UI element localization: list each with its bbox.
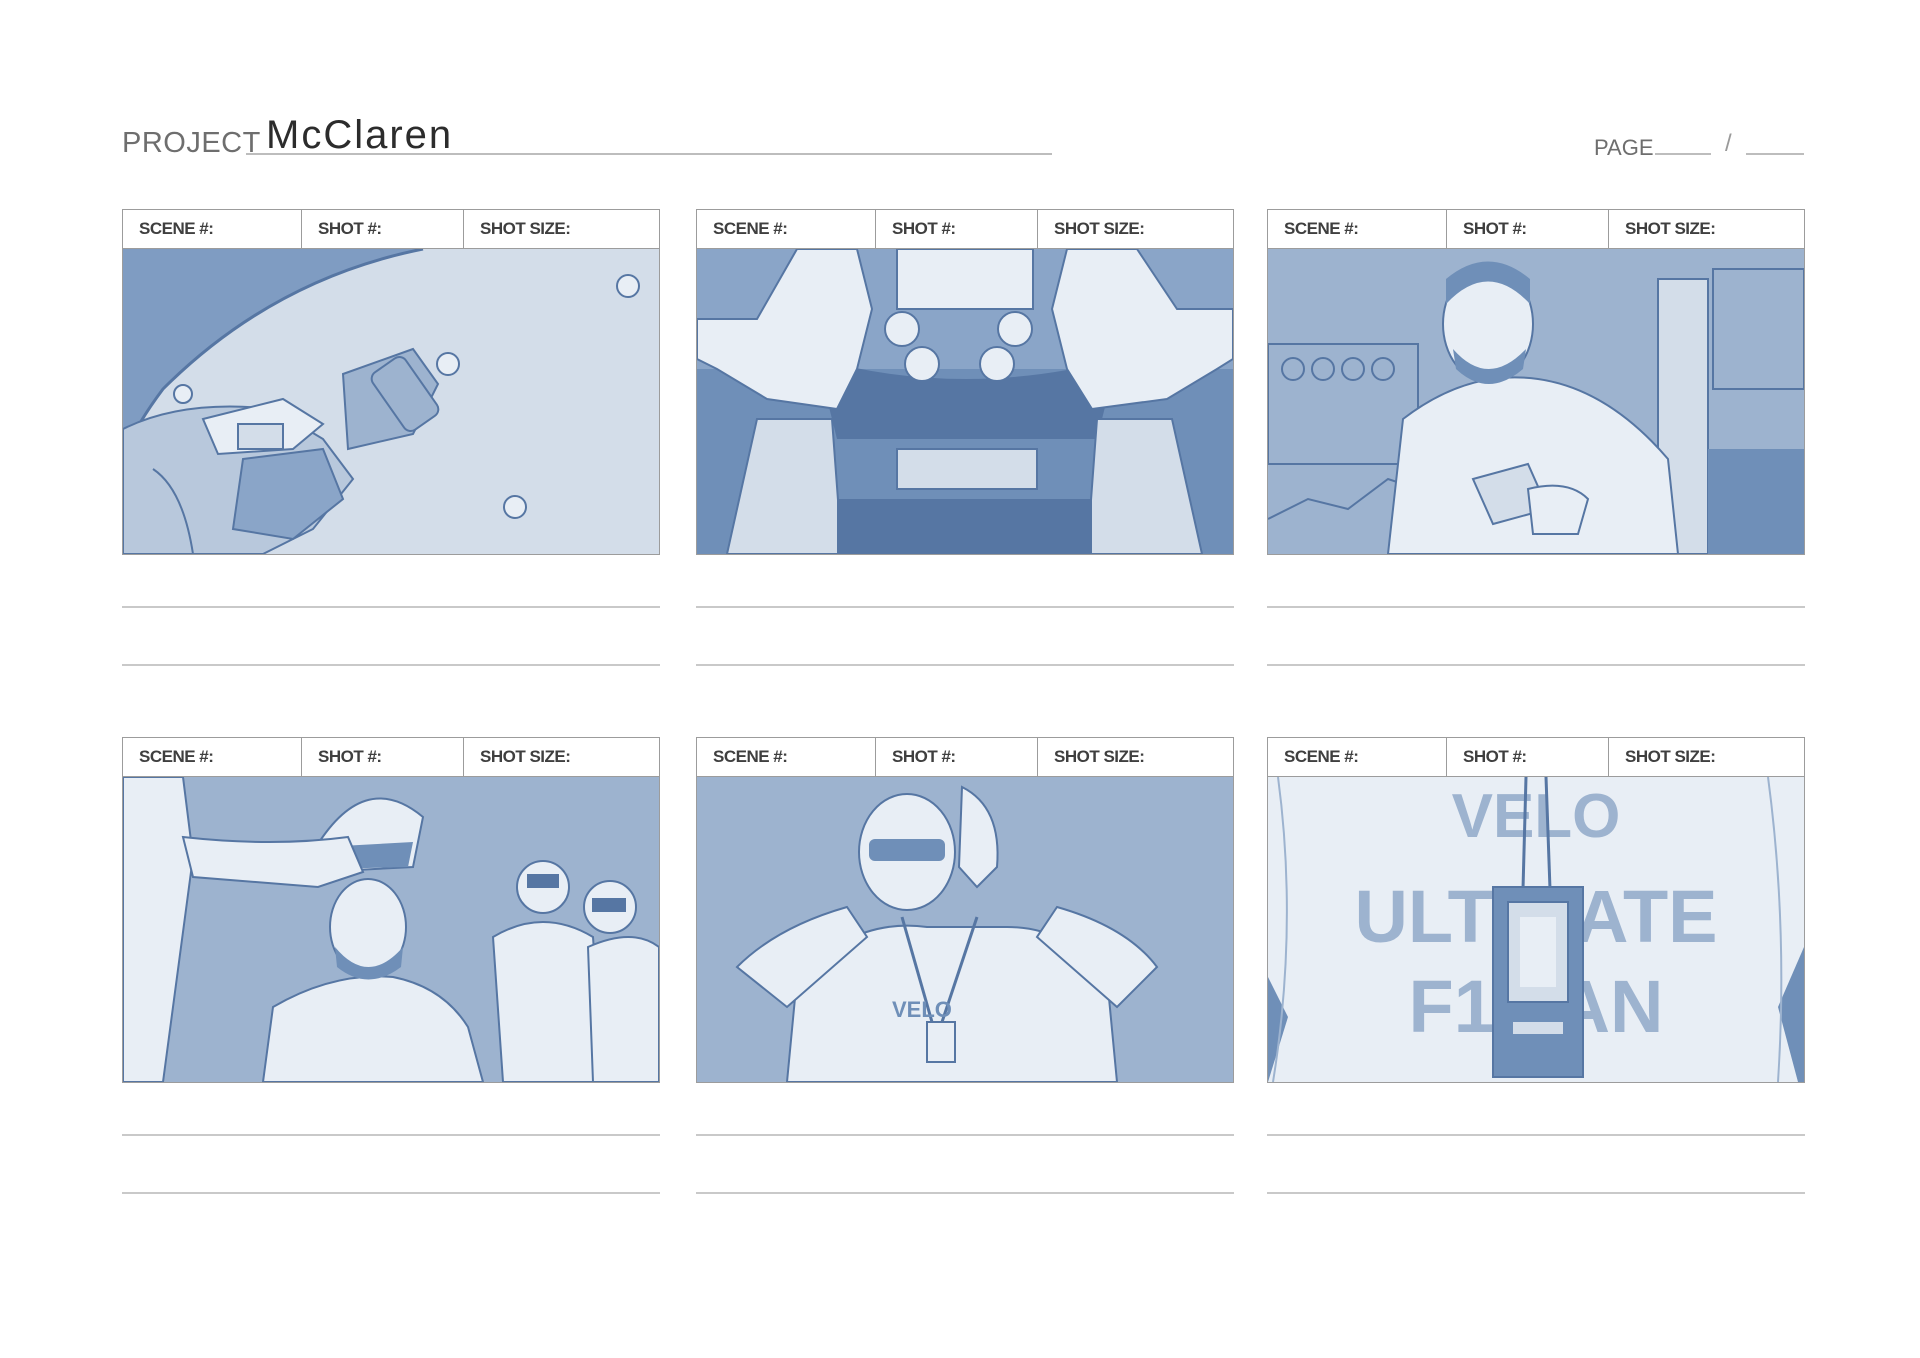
scene-field: SCENE #: [697, 738, 876, 776]
shot-field: SHOT #: [302, 738, 464, 776]
shot-field: SHOT #: [876, 738, 1038, 776]
notes-line-1 [1267, 606, 1805, 608]
shot-size-field: SHOT SIZE: [1054, 747, 1145, 766]
shot-size-field: SHOT SIZE: [480, 219, 571, 238]
panel-header: SCENE #: SHOT #: SHOT SIZE: [122, 209, 660, 249]
shot-field: SHOT #: [1447, 738, 1609, 776]
notes-line-1 [696, 606, 1234, 608]
frame-cockpit-pov [696, 248, 1234, 555]
notes-line-2 [1267, 664, 1805, 666]
frame-illustration [123, 249, 659, 554]
frame-illustration: VELO ULTIMATE F1 FAN [1268, 777, 1804, 1082]
panel-header: SCENE #: SHOT #: SHOT SIZE: [696, 209, 1234, 249]
page-number-line [1655, 153, 1711, 155]
shot-size-field: SHOT SIZE: [480, 747, 571, 766]
page-separator: / [1725, 130, 1732, 157]
panel-header: SCENE #: SHOT #: SHOT SIZE: [696, 737, 1234, 777]
notes-line-2 [696, 664, 1234, 666]
scene-field: SCENE #: [1268, 738, 1447, 776]
project-name: McClaren [266, 113, 454, 157]
page-total-line [1746, 153, 1804, 155]
notes-line-1 [122, 1134, 660, 1136]
scene-field: SCENE #: [697, 210, 876, 248]
notes-line-2 [122, 664, 660, 666]
frame-illustration [123, 777, 659, 1082]
notes-line-2 [696, 1192, 1234, 1194]
frame-illustration: VELO [697, 777, 1233, 1082]
scene-field: SCENE #: [123, 738, 302, 776]
shot-size-field: SHOT SIZE: [1054, 219, 1145, 238]
frame-fan-shirt-closeup: VELO ULTIMATE F1 FAN [1267, 776, 1805, 1083]
notes-line-2 [1267, 1192, 1805, 1194]
shot-field: SHOT #: [876, 210, 1038, 248]
shot-size-field: SHOT SIZE: [1625, 219, 1716, 238]
scene-field: SCENE #: [123, 210, 302, 248]
frame-driver-adjusting-helmet: VELO [696, 776, 1234, 1083]
frame-illustration [697, 249, 1233, 554]
shot-size-field: SHOT SIZE: [1625, 747, 1716, 766]
frame-steering-wheel-closeup [122, 248, 660, 555]
shot-field: SHOT #: [302, 210, 464, 248]
project-label: PROJECT [122, 127, 261, 159]
page-label: PAGE [1594, 135, 1654, 160]
notes-line-2 [122, 1192, 660, 1194]
frame-bearded-man-reaction [1267, 248, 1805, 555]
notes-line-1 [696, 1134, 1234, 1136]
shot-field: SHOT #: [1447, 210, 1609, 248]
panel-header: SCENE #: SHOT #: SHOT SIZE: [122, 737, 660, 777]
frame-driver-helmet-on [122, 776, 660, 1083]
shirt-text-velo: VELO [1452, 782, 1621, 851]
chest-logo-text: VELO [892, 997, 952, 1022]
panel-header: SCENE #: SHOT #: SHOT SIZE: [1267, 209, 1805, 249]
page-header: PROJECT McClaren PAGE / [0, 0, 1920, 170]
scene-field: SCENE #: [1268, 210, 1447, 248]
notes-line-1 [122, 606, 660, 608]
frame-illustration [1268, 249, 1804, 554]
panel-header: SCENE #: SHOT #: SHOT SIZE: [1267, 737, 1805, 777]
notes-line-1 [1267, 1134, 1805, 1136]
project-underline [246, 153, 1052, 155]
